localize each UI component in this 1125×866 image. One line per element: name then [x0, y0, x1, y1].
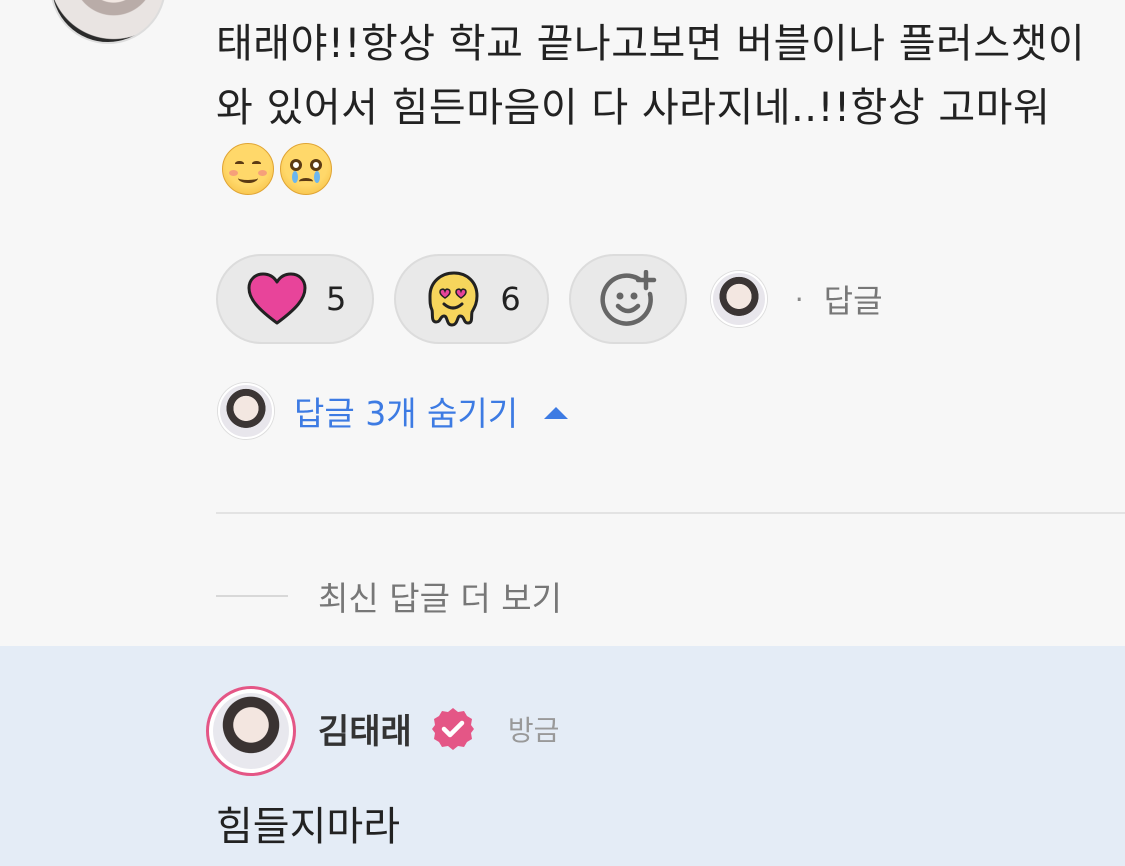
verified-badge-icon — [431, 707, 474, 750]
more-replies-label: 최신 답글 더 보기 — [318, 579, 562, 618]
replier-avatar — [218, 383, 274, 439]
reply-author-avatar[interactable] — [206, 686, 296, 776]
divider — [216, 512, 1125, 514]
pleading-face-emoji-icon — [280, 143, 332, 195]
reply-item: 김태래 방금 힘들지마라 — [0, 646, 1125, 866]
smiling-face-emoji-icon — [222, 143, 274, 195]
reply-timestamp: 방금 — [507, 713, 560, 747]
caret-up-icon — [544, 407, 569, 419]
replier-avatar[interactable] — [710, 271, 767, 327]
melt-reaction-button[interactable]: 6 — [394, 254, 549, 344]
more-replies-button[interactable]: 최신 답글 더 보기 — [216, 572, 562, 620]
reply-author-name[interactable]: 김태래 — [318, 704, 412, 753]
heart-count: 5 — [326, 280, 347, 318]
comment-body: 태래야!!항상 학교 끝나고보면 버블이나 플러스챗이 와 있어서 힘든마음이 … — [216, 12, 1096, 204]
hide-replies-toggle[interactable]: 답글 3개 숨기기 — [218, 383, 569, 439]
divider-line — [216, 595, 288, 597]
melt-count: 6 — [500, 280, 521, 318]
add-reaction-button[interactable] — [568, 254, 687, 344]
hide-replies-label: 답글 3개 숨기기 — [294, 394, 519, 433]
reply-text: 힘들지마라 — [216, 804, 400, 850]
reply-author-row: 김태래 방금 — [318, 704, 559, 753]
add-emoji-icon — [600, 270, 656, 326]
melting-face-icon — [428, 271, 479, 327]
heart-reaction-button[interactable]: 5 — [216, 254, 375, 344]
reply-button[interactable]: 답글 — [824, 276, 883, 322]
reaction-bar: 5 6 · 답글 — [216, 254, 883, 344]
separator-dot: · — [794, 282, 804, 316]
heart-icon — [247, 272, 307, 325]
comment-text: 태래야!!항상 학교 끝나고보면 버블이나 플러스챗이 와 있어서 힘든마음이 … — [216, 21, 1086, 131]
commenter-avatar[interactable] — [50, 0, 166, 44]
